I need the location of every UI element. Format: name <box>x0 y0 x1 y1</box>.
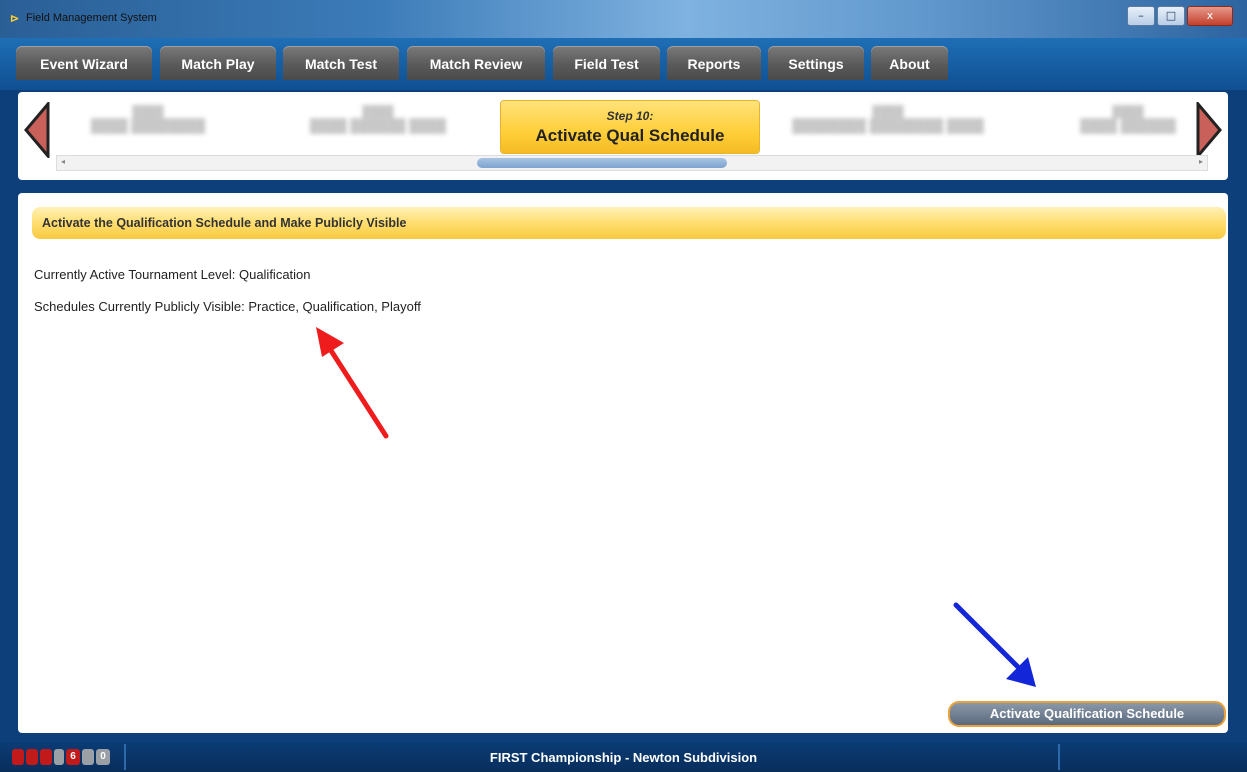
red-annotation-arrow-icon <box>316 327 389 439</box>
step-faded-2[interactable]: ████ ████ ██████ ████ <box>288 106 468 148</box>
current-step-number: Step 10: <box>606 109 654 123</box>
blue-annotation-arrow-icon <box>953 602 1036 687</box>
previous-step-arrow-icon[interactable] <box>22 102 52 158</box>
maximize-button[interactable]: □ <box>1157 6 1185 26</box>
activate-qualification-schedule-button[interactable]: Activate Qualification Schedule <box>948 701 1226 727</box>
steps-scrollbar[interactable]: ◂ ▸ <box>56 155 1208 171</box>
window-title: Field Management System <box>26 12 157 24</box>
menu-settings[interactable]: Settings <box>768 46 864 80</box>
scroll-right-icon[interactable]: ▸ <box>1199 157 1203 166</box>
menu-reports[interactable]: Reports <box>667 46 761 80</box>
visible-schedules-text: Schedules Currently Publicly Visible: Pr… <box>34 299 421 314</box>
status-bar: 6 0 FIRST Championship - Newton Subdivis… <box>0 742 1247 772</box>
close-button[interactable]: x <box>1187 6 1233 26</box>
active-level-text: Currently Active Tournament Level: Quali… <box>34 267 311 282</box>
menu-bar: Event Wizard Match Play Match Test Match… <box>0 38 1247 90</box>
section-header: Activate the Qualification Schedule and … <box>32 207 1226 239</box>
scroll-thumb[interactable] <box>477 158 727 168</box>
menu-match-test[interactable]: Match Test <box>283 46 399 80</box>
minimize-button[interactable]: – <box>1127 6 1155 26</box>
step-faded-1[interactable]: ████ ████ ████████ <box>58 106 238 148</box>
menu-field-test[interactable]: Field Test <box>553 46 660 80</box>
next-step-arrow-icon[interactable] <box>1194 102 1224 158</box>
step-faded-3[interactable]: ████ ████████ ████████ ████ <box>778 106 998 148</box>
menu-about[interactable]: About <box>871 46 948 80</box>
event-name: FIRST Championship - Newton Subdivision <box>489 750 758 765</box>
wizard-steps-panel: ████ ████ ████████ ████ ████ ██████ ████ S… <box>18 92 1228 180</box>
step-content-panel: Activate the Qualification Schedule and … <box>18 193 1228 733</box>
app-logo-icon: ⊳ <box>10 13 20 25</box>
current-step-title: Activate Qual Schedule <box>535 126 725 145</box>
menu-match-play[interactable]: Match Play <box>160 46 276 80</box>
menu-event-wizard[interactable]: Event Wizard <box>16 46 152 80</box>
window-controls: – □ x <box>1127 6 1233 26</box>
title-bar: ⊳ Field Management System – □ x <box>0 0 1247 38</box>
step-faded-4[interactable]: ████ ████ ██████ <box>1058 106 1198 148</box>
menu-match-review[interactable]: Match Review <box>407 46 545 80</box>
scroll-left-icon[interactable]: ◂ <box>61 157 65 166</box>
current-step[interactable]: Step 10: Activate Qual Schedule <box>501 101 759 153</box>
